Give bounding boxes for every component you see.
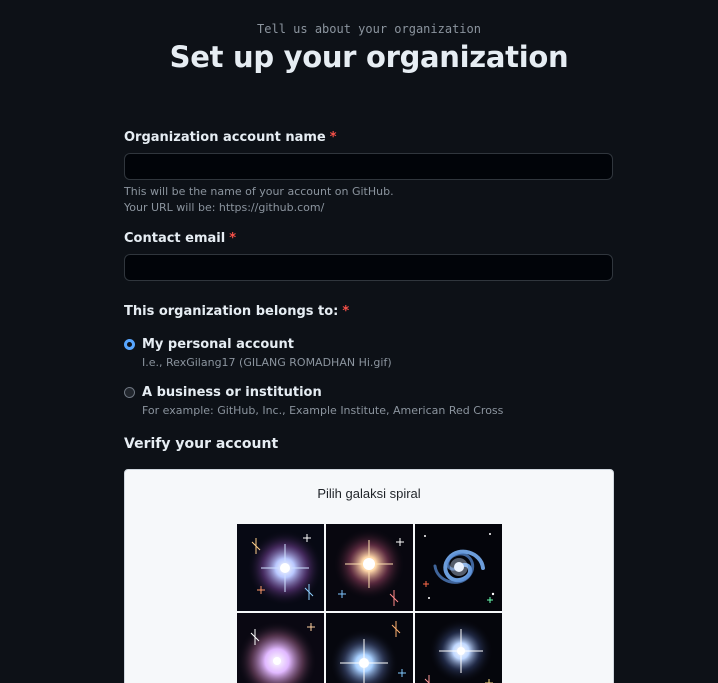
required-marker: * [342, 304, 350, 319]
starburst-galaxy-image [237, 613, 324, 683]
org-name-hint-line-1: This will be the name of your account on… [124, 185, 394, 198]
org-name-label-text: Organization account name [124, 130, 326, 145]
captcha-prompt: Pilih galaksi spiral [317, 486, 421, 501]
verify-heading: Verify your account [124, 436, 279, 452]
page-subtitle: Tell us about your organization [257, 22, 481, 36]
org-name-label: Organization account name * [124, 130, 613, 145]
org-url-hint: Your URL will be: https://github.com/ [124, 201, 325, 214]
starburst-galaxy-image [415, 613, 502, 683]
belongs-to-group: This organization belongs to: * [124, 304, 613, 319]
belongs-to-label-text: This organization belongs to: [124, 304, 339, 319]
starburst-galaxy-image [326, 524, 413, 611]
spiral-galaxy-image [415, 524, 502, 611]
captcha-tile-4[interactable] [237, 613, 324, 683]
radio-business-hint: For example: GitHub, Inc., Example Insti… [142, 404, 504, 417]
radio-business-label[interactable]: A business or institution [142, 385, 322, 400]
starburst-galaxy-image [237, 524, 324, 611]
page: Tell us about your organization Set up y… [0, 0, 718, 683]
radio-personal-hint: I.e., RexGilang17 (GILANG ROMADHAN Hi.gi… [142, 356, 392, 369]
captcha-tile-2[interactable] [326, 524, 413, 611]
contact-email-label: Contact email * [124, 231, 613, 246]
captcha-tile-1[interactable] [237, 524, 324, 611]
belongs-to-label: This organization belongs to: * [124, 304, 613, 319]
page-title: Set up your organization [169, 40, 569, 74]
radio-personal-account[interactable] [124, 339, 135, 350]
org-name-input[interactable] [124, 153, 613, 180]
captcha-tile-5[interactable] [326, 613, 413, 683]
required-marker: * [229, 231, 237, 246]
radio-personal-label[interactable]: My personal account [142, 337, 294, 352]
captcha-tile-6[interactable] [415, 613, 502, 683]
captcha-tile-3[interactable] [415, 524, 502, 611]
org-name-hint: This will be the name of your account on… [124, 184, 613, 216]
contact-email-group: Contact email * [124, 231, 613, 246]
starburst-galaxy-image [326, 613, 413, 683]
contact-email-label-text: Contact email [124, 231, 226, 246]
required-marker: * [329, 130, 337, 145]
captcha-panel: Pilih galaksi spiral [124, 469, 614, 683]
org-name-group: Organization account name * [124, 130, 613, 145]
contact-email-input[interactable] [124, 254, 613, 281]
radio-business-institution[interactable] [124, 387, 135, 398]
